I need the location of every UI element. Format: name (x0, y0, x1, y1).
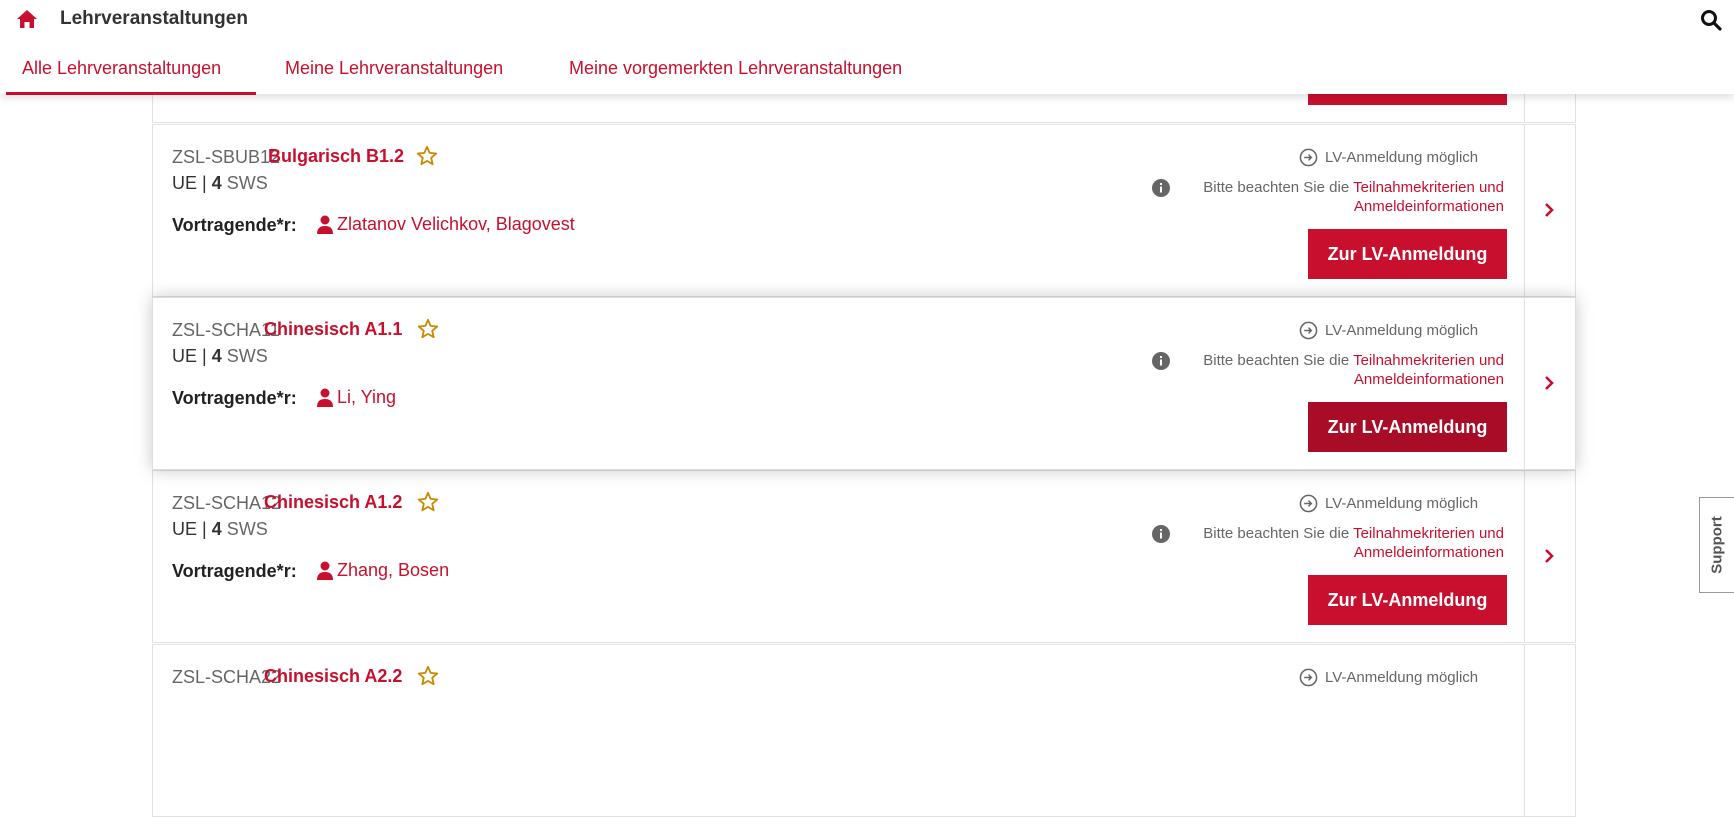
lecturer-label: Vortragende*r: (172, 388, 297, 408)
info-link[interactable]: Teilnahmekriterien und Anmeldeinformatio… (1353, 179, 1504, 215)
status-text: LV-Anmeldung möglich (1325, 669, 1479, 686)
meta-separator: | (202, 173, 207, 193)
register-button[interactable]: Zur LV-Anmeldung (1308, 229, 1507, 279)
course-sws: 4 (211, 173, 222, 193)
status-text: LV-Anmeldung möglich (1325, 322, 1479, 339)
star-icon[interactable] (417, 665, 439, 687)
star-icon[interactable] (417, 491, 439, 513)
lecturer-label: Vortragende*r: (172, 215, 297, 235)
chevron-right-icon[interactable] (1543, 202, 1555, 218)
page-header: Lehrveranstaltungen Alle Lehrveranstaltu… (0, 0, 1734, 95)
course-code: ZSL-SBUB12 (172, 147, 281, 167)
course-sws-unit: SWS (226, 346, 268, 366)
course-card-scha11[interactable]: ZSL-SCHA11 Chinesisch A1.1 UE | 4 SWS Vo… (152, 297, 1576, 470)
info-link[interactable]: Teilnahmekriterien und Anmeldeinformatio… (1353, 525, 1504, 561)
lecturer-name[interactable]: Zlatanov Velichkov, Blagovest (337, 214, 575, 235)
chevron-right-icon[interactable] (1543, 548, 1555, 564)
course-title[interactable]: Chinesisch A1.2 (264, 492, 402, 513)
course-type: UE (172, 346, 198, 366)
star-icon[interactable] (417, 318, 439, 340)
support-button[interactable]: Support (1699, 497, 1734, 593)
person-icon (317, 215, 333, 234)
star-icon[interactable] (416, 145, 438, 167)
register-button[interactable]: Zur LV-Anmeldung (1308, 402, 1507, 452)
person-icon (317, 561, 333, 580)
meta-separator: | (202, 346, 207, 366)
info-prefix: Bitte beachten Sie die (1203, 525, 1350, 542)
course-card-scha22[interactable]: ZSL-SCHA22 Chinesisch A2.2 LV-Anmeldung … (152, 644, 1576, 817)
course-title[interactable]: Bulgarisch B1.2 (268, 146, 404, 167)
course-type: UE (172, 173, 198, 193)
course-sws: 4 (211, 519, 222, 539)
info-text: Bitte beachten Sie die Teilnahmekriterie… (1144, 351, 1504, 389)
card-divider (1524, 645, 1525, 816)
tab-my-courses[interactable]: Meine Lehrveranstaltungen (285, 58, 503, 79)
meta-separator: | (202, 519, 207, 539)
tab-bookmarked-courses[interactable]: Meine vorgemerkten Lehrveranstaltungen (569, 58, 902, 79)
card-divider (1524, 125, 1525, 296)
lecturer-name[interactable]: Zhang, Bosen (337, 560, 449, 581)
info-prefix: Bitte beachten Sie die (1203, 352, 1350, 369)
person-icon (317, 388, 333, 407)
arrow-circle-icon (1299, 668, 1318, 687)
info-prefix: Bitte beachten Sie die (1203, 179, 1350, 196)
support-label: Support (1708, 516, 1726, 574)
course-card-scha12[interactable]: ZSL-SCHA12 Chinesisch A1.2 UE | 4 SWS Vo… (152, 470, 1576, 643)
page-title: Lehrveranstaltungen (60, 8, 248, 29)
course-card-sbub12[interactable]: ZSL-SBUB12 Bulgarisch B1.2 UE | 4 SWS Vo… (152, 124, 1576, 297)
card-divider (1524, 298, 1525, 469)
status-text: LV-Anmeldung möglich (1325, 495, 1479, 512)
course-title[interactable]: Chinesisch A1.1 (264, 319, 402, 340)
course-sws-unit: SWS (226, 519, 268, 539)
tab-all-courses[interactable]: Alle Lehrveranstaltungen (22, 58, 221, 79)
register-button[interactable]: Zur LV-Anmeldung (1308, 575, 1507, 625)
course-meta: UE | 4 SWS (172, 519, 268, 540)
course-type: UE (172, 519, 198, 539)
home-icon[interactable] (16, 9, 38, 29)
search-icon[interactable] (1700, 9, 1722, 31)
info-text: Bitte beachten Sie die Teilnahmekriterie… (1144, 178, 1504, 216)
course-sws: 4 (211, 346, 222, 366)
chevron-right-icon[interactable] (1543, 375, 1555, 391)
arrow-circle-icon (1299, 494, 1318, 513)
arrow-circle-icon (1299, 148, 1318, 167)
status-text: LV-Anmeldung möglich (1325, 149, 1479, 166)
info-link[interactable]: Teilnahmekriterien und Anmeldeinformatio… (1353, 352, 1504, 388)
active-tab-indicator (6, 92, 256, 95)
lecturer-label: Vortragende*r: (172, 561, 297, 581)
course-meta: UE | 4 SWS (172, 173, 268, 194)
arrow-circle-icon (1299, 321, 1318, 340)
course-meta: UE | 4 SWS (172, 346, 268, 367)
info-text: Bitte beachten Sie die Teilnahmekriterie… (1144, 524, 1504, 562)
card-divider (1524, 471, 1525, 642)
course-sws-unit: SWS (226, 173, 268, 193)
lecturer-name[interactable]: Li, Ying (337, 387, 396, 408)
